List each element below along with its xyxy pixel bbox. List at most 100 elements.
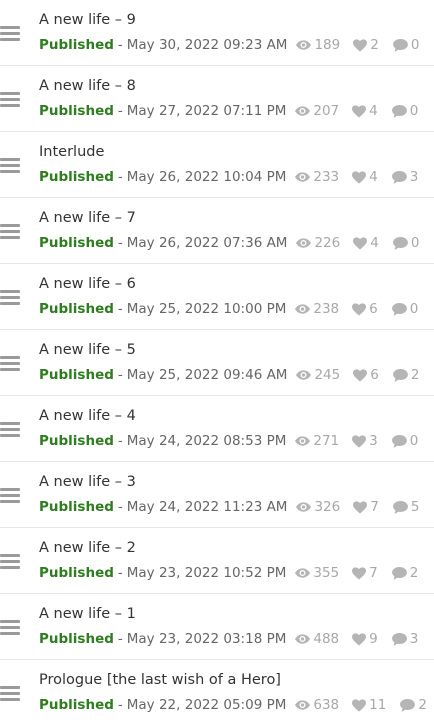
chapter-meta: Published - May 25, 2022 09:46 AM 245 6 …: [39, 367, 419, 383]
heart-icon: [353, 236, 368, 250]
eye-icon: [295, 172, 311, 182]
heart-icon: [352, 698, 367, 712]
drag-handle-icon[interactable]: [0, 224, 20, 240]
chapter-title[interactable]: A new life – 1: [39, 606, 136, 622]
comments-value: 3: [409, 631, 419, 647]
drag-handle-icon[interactable]: [0, 422, 20, 438]
status-label: Published: [39, 433, 114, 449]
separator: -: [117, 235, 123, 251]
comment-icon: [391, 632, 407, 646]
heart-icon: [352, 302, 367, 316]
comment-icon: [392, 236, 408, 250]
chapter-meta: Published - May 24, 2022 11:23 AM 326 7 …: [39, 499, 419, 515]
status-label: Published: [39, 301, 114, 317]
comment-icon: [391, 170, 407, 184]
publish-date: May 23, 2022 03:18 PM: [126, 631, 287, 647]
separator: -: [117, 367, 123, 383]
chapter-title[interactable]: A new life – 9: [39, 12, 136, 28]
comments-value: 0: [409, 433, 419, 449]
comments-count: 0: [391, 103, 418, 119]
chapter-row: A new life – 4 Published - May 24, 2022 …: [0, 396, 434, 462]
drag-handle-icon[interactable]: [0, 620, 20, 636]
separator: -: [117, 697, 123, 713]
comment-icon: [391, 302, 407, 316]
drag-handle-icon[interactable]: [0, 488, 20, 504]
status-label: Published: [39, 499, 114, 515]
eye-icon: [295, 106, 311, 116]
status-label: Published: [39, 169, 114, 185]
drag-handle-icon[interactable]: [0, 356, 20, 372]
likes-count: 7: [353, 499, 379, 515]
chapter-title[interactable]: A new life – 5: [39, 342, 136, 358]
views-value: 271: [313, 433, 340, 449]
views-count: 488: [295, 631, 339, 647]
eye-icon: [295, 634, 311, 644]
likes-value: 9: [369, 631, 378, 647]
eye-icon: [296, 370, 312, 380]
chapter-title[interactable]: A new life – 6: [39, 276, 136, 292]
publish-date: May 30, 2022 09:23 AM: [126, 37, 288, 53]
chapter-row: A new life – 9 Published - May 30, 2022 …: [0, 0, 434, 66]
drag-handle-icon[interactable]: [0, 26, 20, 42]
chapter-meta: Published - May 26, 2022 10:04 PM 233 4 …: [39, 169, 418, 185]
status-label: Published: [39, 631, 114, 647]
publish-date: May 24, 2022 08:53 PM: [126, 433, 287, 449]
chapter-row: Interlude Published - May 26, 2022 10:04…: [0, 132, 434, 198]
likes-count: 6: [353, 367, 379, 383]
likes-value: 7: [369, 565, 378, 581]
likes-value: 6: [369, 301, 378, 317]
status-label: Published: [39, 235, 114, 251]
chapter-title[interactable]: Interlude: [39, 144, 104, 160]
publish-date: May 23, 2022 10:52 PM: [126, 565, 287, 581]
views-count: 207: [295, 103, 339, 119]
views-value: 326: [314, 499, 341, 515]
likes-count: 3: [352, 433, 378, 449]
views-count: 355: [295, 565, 339, 581]
drag-handle-icon[interactable]: [0, 158, 20, 174]
eye-icon: [295, 436, 311, 446]
chapter-title[interactable]: A new life – 8: [39, 78, 136, 94]
chapter-title[interactable]: A new life – 4: [39, 408, 136, 424]
views-value: 233: [313, 169, 340, 185]
likes-count: 2: [353, 37, 379, 53]
comment-icon: [391, 434, 407, 448]
comments-count: 3: [391, 169, 418, 185]
drag-handle-icon[interactable]: [0, 92, 20, 108]
heart-icon: [352, 434, 367, 448]
publish-date: May 22, 2022 05:09 PM: [126, 697, 287, 713]
likes-value: 4: [370, 235, 379, 251]
comment-icon: [392, 500, 408, 514]
chapter-title[interactable]: Prologue [the last wish of a Hero]: [39, 672, 281, 688]
drag-handle-icon[interactable]: [0, 554, 20, 570]
likes-count: 9: [352, 631, 378, 647]
chapter-meta: Published - May 27, 2022 07:11 PM 207 4 …: [39, 103, 418, 119]
chapter-row: A new life – 5 Published - May 25, 2022 …: [0, 330, 434, 396]
heart-icon: [352, 170, 367, 184]
publish-date: May 26, 2022 07:36 AM: [126, 235, 288, 251]
comments-value: 2: [409, 565, 419, 581]
drag-handle-icon[interactable]: [0, 290, 20, 306]
separator: -: [117, 565, 123, 581]
eye-icon: [295, 568, 311, 578]
eye-icon: [296, 40, 312, 50]
chapter-title[interactable]: A new life – 3: [39, 474, 136, 490]
likes-value: 6: [370, 367, 379, 383]
status-label: Published: [39, 565, 114, 581]
comments-count: 0: [391, 301, 418, 317]
comments-count: 0: [392, 37, 419, 53]
comment-icon: [391, 104, 407, 118]
chapter-title[interactable]: A new life – 2: [39, 540, 136, 556]
views-value: 638: [313, 697, 340, 713]
views-count: 638: [295, 697, 339, 713]
chapter-meta: Published - May 23, 2022 03:18 PM 488 9 …: [39, 631, 418, 647]
separator: -: [117, 169, 123, 185]
chapter-meta: Published - May 26, 2022 07:36 AM 226 4 …: [39, 235, 419, 251]
comments-count: 2: [391, 565, 419, 581]
likes-value: 3: [369, 433, 378, 449]
comments-count: 0: [392, 235, 419, 251]
chapter-title[interactable]: A new life – 7: [39, 210, 136, 226]
eye-icon: [296, 502, 312, 512]
status-label: Published: [39, 367, 114, 383]
separator: -: [117, 103, 123, 119]
drag-handle-icon[interactable]: [0, 686, 20, 702]
